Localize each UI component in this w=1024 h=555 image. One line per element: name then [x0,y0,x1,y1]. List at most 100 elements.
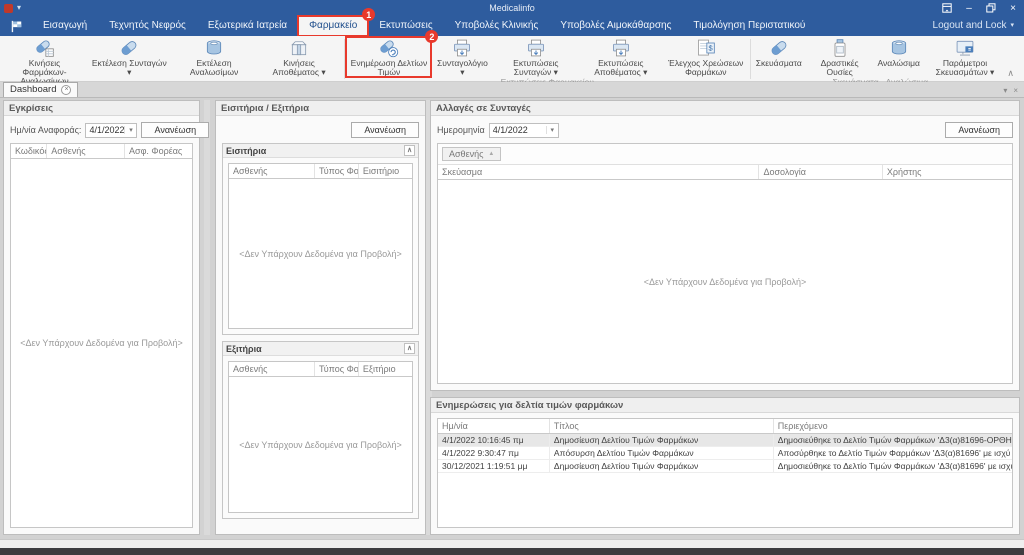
btn-ektelesi-syntagon[interactable]: Εκτέλεση Συνταγών ▾ [87,37,172,86]
cell-date: 4/1/2022 10:16:45 πμ [438,434,550,446]
empty-data-text: <Δεν Υπάρχουν Δεδομένα για Προβολή> [229,377,412,512]
tab-timologisi-peristatikou[interactable]: Τιμολόγηση Περιστατικού [682,16,816,36]
tab-dashboard-label: Dashboard [10,83,56,97]
btn-label: Εκτυπώσεις Συνταγών ▾ [497,59,574,77]
column-header-typos-forea[interactable]: Τύπος Φορέα [315,362,359,376]
btn-label: Ενημέρωση Δελτίων Τιμών [350,59,427,77]
supplies-spool-icon [889,38,909,58]
refresh-changes-button[interactable]: Ανανέωση [945,122,1013,138]
column-header-skevasma[interactable]: Σκεύασμα [438,165,759,179]
tab-farmakeio[interactable]: Φαρμακείο 1 [298,16,368,36]
column-header-eisitirio[interactable]: Εισιτήριο [359,164,412,178]
btn-kiniseis-apothematos[interactable]: Κινήσεις Αποθέματος ▾ [257,37,342,86]
refresh-admissions-button[interactable]: Ανανέωση [351,122,419,138]
tab-exoterika-iatreia[interactable]: Εξωτερικά Ιατρεία [197,16,298,36]
tab-texnitos-nefros[interactable]: Τεχνητός Νεφρός [98,16,197,36]
minimize-button[interactable]: – [958,0,980,16]
restore-button[interactable] [980,0,1002,16]
group-eisitiria-title: Εισιτήρια [226,146,266,156]
ribbon-group-kiniseis: Κινήσεις Φαρμάκων-Αναλωσίμων Εκτέλεση Συ… [2,37,342,81]
logout-label: Logout and Lock [933,16,1007,36]
approvals-grid: Κωδικός Ασθενής Ασφ. Φορέας <Δεν Υπάρχου… [10,143,193,528]
collapse-group-icon[interactable]: ∧ [404,343,415,354]
column-header-exitirio[interactable]: Εξιτήριο [359,362,412,376]
collapse-group-icon[interactable]: ∧ [404,145,415,156]
cell-date: 30/12/2021 1:19:51 μμ [438,460,550,472]
column-header-asthenis[interactable]: Ασθενής [47,144,125,158]
btn-label: Συνταγολόγιο ▾ [435,59,489,77]
btn-elegxos-xreoseon-farmakon[interactable]: Έλεγχος Χρεώσεων Φαρμάκων [663,37,748,77]
group-eisitiria: Εισιτήρια ∧ Ασθενής Τύπος Φορέα Εισιτήρι… [222,143,419,335]
capsule-grid-icon [35,38,55,58]
splitter[interactable] [204,100,210,535]
column-header-asthenis[interactable]: Ασθενής [229,362,315,376]
btn-parametroi-skevasmaton[interactable]: Παράμετροι Σκευασμάτων ▾ [923,37,1008,77]
btn-syntagologio[interactable]: Συνταγολόγιο ▾ [431,37,493,77]
btn-ektelesi-analosimon[interactable]: Εκτέλεση Αναλωσίμων [172,37,257,86]
cell-title: Δημοσίευση Δελτίου Τιμών Φαρμάκων [550,434,774,446]
column-header-xristis[interactable]: Χρήστης [883,165,1012,179]
refresh-approvals-button[interactable]: Ανανέωση [141,122,209,138]
table-row[interactable]: 4/1/2022 9:30:47 πμ Απόσυρση Δελτίου Τιμ… [438,447,1012,460]
empty-data-text: <Δεν Υπάρχουν Δεδομένα για Προβολή> [229,179,412,328]
column-header-titlos[interactable]: Τίτλος [550,419,774,433]
reference-date-value: 4/1/2022 [89,125,124,135]
app-menu-button[interactable] [6,16,26,36]
date-value: 4/1/2022 [493,125,546,135]
document-list-icon[interactable]: ▾ [1003,86,1007,95]
btn-kiniseis-farmakon-analosimon[interactable]: Κινήσεις Φαρμάκων-Αναλωσίμων [2,37,87,86]
reference-date-label: Ημ/νία Αναφοράς: [10,125,81,135]
substance-bottle-icon [830,38,850,58]
btn-ektyposeis-apothematos[interactable]: Εκτυπώσεις Αποθέματος ▾ [578,37,663,77]
btn-label: Αναλώσιμα [878,59,920,68]
date-combo[interactable]: 4/1/2022 ▾ [489,123,559,138]
empty-data-text: <Δεν Υπάρχουν Δεδομένα για Προβολή> [11,159,192,527]
btn-label: Δραστικές Ουσίες [808,59,871,77]
btn-ektyposeis-syntagon[interactable]: Εκτυπώσεις Συνταγών ▾ [493,37,578,77]
column-header-asf-foreas[interactable]: Ασφ. Φορέας [125,144,192,158]
column-header-dosologia[interactable]: Δοσολογία [759,165,882,179]
close-button[interactable]: × [1002,0,1024,16]
logout-and-lock-button[interactable]: Logout and Lock ▾ [933,16,1014,36]
column-header-kodikos[interactable]: Κωδικός [11,144,47,158]
cell-content: Δημοσιεύθηκε το Δελτίο Τιμών Φαρμάκων 'Δ… [774,434,1012,446]
btn-label: Εκτυπώσεις Αποθέματος ▾ [582,59,659,77]
table-row[interactable]: 30/12/2021 1:19:51 μμ Δημοσίευση Δελτίου… [438,460,1012,473]
empty-data-text: <Δεν Υπάρχουν Δεδομένα για Προβολή> [438,180,1012,383]
tab-dashboard[interactable]: Dashboard × [3,82,78,97]
close-icon: × [1010,3,1016,14]
tab-close-icon[interactable]: × [61,85,71,95]
table-row[interactable]: 4/1/2022 10:16:45 πμ Δημοσίευση Δελτίου … [438,434,1012,447]
table-empty-space [438,473,1012,527]
btn-drastikes-ousies[interactable]: Δραστικές Ουσίες [804,37,875,77]
quick-access-toolbar: ▾ [0,4,21,13]
exitiria-grid: Ασθενής Τύπος Φορέα Εξιτήριο <Δεν Υπάρχο… [228,361,413,513]
column-header-typos-forea[interactable]: Τύπος Φορέα [315,164,359,178]
capsule-refresh-icon [379,38,399,58]
btn-skevasmata[interactable]: Σκευάσματα [753,37,804,77]
column-header-asthenis[interactable]: Ασθενής [229,164,315,178]
column-header-periexomeno[interactable]: Περιεχόμενο [774,419,1012,433]
tab-ypovoles-klinikis[interactable]: Υποβολές Κλινικής [444,16,550,36]
ribbon-tab-row: Εισαγωγή Τεχνητός Νεφρός Εξωτερικά Ιατρε… [0,16,1024,36]
quick-access-caret-icon[interactable]: ▾ [17,4,21,12]
panel-admissions: Εισιτήρια / Εξιτήρια Ανανέωση Εισιτήρια … [215,100,426,535]
parameters-screen-icon [955,38,975,58]
eisitiria-grid: Ασθενής Τύπος Φορέα Εισιτήριο <Δεν Υπάρχ… [228,163,413,329]
caret-down-icon: ▾ [124,126,136,134]
group-by-chip-asthenis[interactable]: Ασθενής ▲ [442,147,501,161]
column-header-imnia[interactable]: Ημ/νία [438,419,550,433]
ribbon-group-skevasmata-analosima: Σκευάσματα Δραστικές Ουσίες Αναλώσιμα Πα… [753,37,1007,81]
ribbon-tabs: Εισαγωγή Τεχνητός Νεφρός Εξωτερικά Ιατρε… [32,16,816,36]
tab-eisagogi[interactable]: Εισαγωγή [32,16,98,36]
close-document-icon[interactable]: × [1013,86,1018,95]
collapse-ribbon-icon[interactable]: ∧ [1007,68,1022,81]
btn-analosima[interactable]: Αναλώσιμα [875,37,923,77]
btn-label: Κινήσεις Αποθέματος ▾ [261,59,338,77]
reference-date-combo[interactable]: 4/1/2022 ▾ [85,123,137,138]
btn-enimerosi-deltion-timon[interactable]: 2 Ενημέρωση Δελτίων Τιμών [346,37,431,77]
ribbon-options-button[interactable] [936,0,958,16]
tab-ypovoles-aimokatharsis[interactable]: Υποβολές Αιμοκάθαρσης [549,16,682,36]
panel-approvals-title: Εγκρίσεις [4,101,199,116]
app-icon [4,4,13,13]
